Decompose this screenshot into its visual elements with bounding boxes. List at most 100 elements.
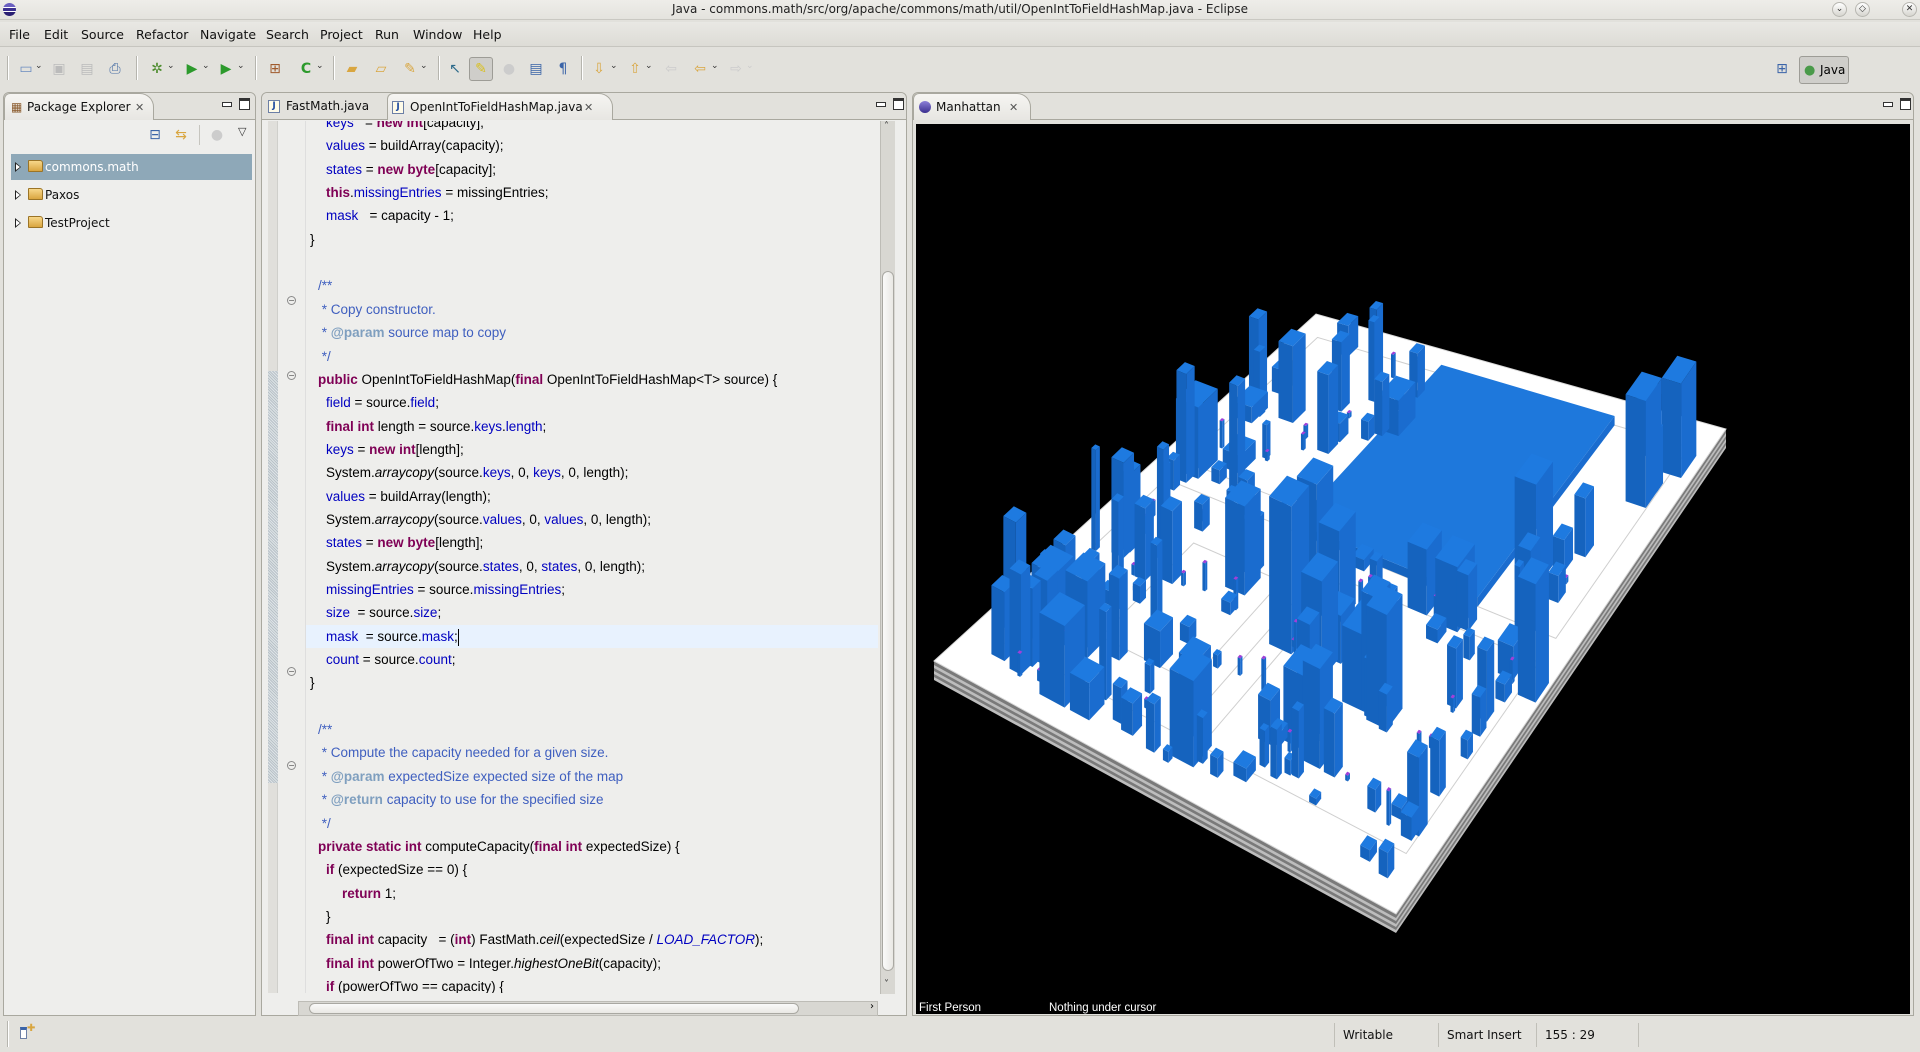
code-line[interactable]: } [306, 905, 331, 928]
chevron-down-icon[interactable]: ⌄ [35, 61, 43, 71]
previous-annotation-icon[interactable]: ⇧ [626, 60, 644, 78]
scrollbar-thumb[interactable] [309, 1003, 799, 1014]
method-pole-side[interactable] [1183, 571, 1186, 587]
code-line[interactable]: missingEntries = source.missingEntries; [306, 578, 565, 601]
code-line[interactable]: mask = source.mask; [306, 624, 878, 648]
chevron-down-icon[interactable]: ⌄ [610, 61, 618, 71]
building-class-side[interactable] [1121, 697, 1133, 736]
method-pole-side[interactable] [1300, 433, 1304, 451]
code-line[interactable]: final int capacity = (int) FastMath.ceil… [306, 928, 763, 951]
building-class-side[interactable] [1144, 662, 1151, 694]
building-class-side[interactable] [1229, 382, 1238, 496]
building-class-side[interactable] [1574, 494, 1586, 558]
pilcrow-icon[interactable]: ¶ [554, 60, 572, 78]
code-city-canvas[interactable] [916, 124, 1910, 1014]
building-class-side[interactable] [1160, 505, 1173, 585]
code-line[interactable]: * Compute the capacity needed for a give… [306, 741, 609, 764]
building-class-side[interactable] [1382, 374, 1390, 437]
building-class-side[interactable] [1278, 341, 1293, 423]
code-line[interactable]: count = source.count; [306, 648, 455, 671]
code-line[interactable]: */ [306, 812, 331, 835]
building-class-side[interactable] [1134, 503, 1146, 582]
building-class-side[interactable] [991, 585, 1005, 662]
code-line[interactable]: size = source.size; [306, 601, 441, 624]
code-line[interactable]: /** [306, 274, 332, 297]
open-type-icon[interactable]: ▰ [343, 60, 361, 78]
building-class-side[interactable] [1123, 452, 1135, 559]
building-class-side[interactable] [1378, 690, 1387, 733]
next-annotation-icon[interactable]: ⇩ [590, 60, 608, 78]
editor-vertical-scrollbar[interactable]: ˄ ˅ [880, 121, 895, 994]
external-tools-icon[interactable]: ▶ [217, 60, 235, 78]
chevron-down-icon[interactable]: ⌄ [420, 61, 428, 71]
code-line[interactable]: states = new byte[length]; [306, 531, 483, 554]
close-tab-icon[interactable]: ✕ [584, 94, 593, 121]
menu-source[interactable]: Source [81, 27, 124, 42]
building-class-side[interactable] [1119, 569, 1128, 661]
chevron-down-icon[interactable]: ⌄ [316, 61, 324, 71]
method-pole-side[interactable] [1017, 652, 1021, 677]
fast-view-icon[interactable] [20, 1027, 27, 1039]
new-java-class-icon[interactable]: C [297, 60, 315, 78]
code-line[interactable]: /** [306, 718, 332, 741]
method-pole-side[interactable] [1020, 651, 1023, 677]
building-class-side[interactable] [1460, 737, 1468, 760]
menu-navigate[interactable]: Navigate [200, 27, 256, 42]
building-class-side[interactable] [1417, 345, 1425, 398]
chevron-down-icon[interactable]: ⌄ [746, 61, 754, 71]
method-pole-side[interactable] [1219, 420, 1223, 449]
code-line[interactable]: * Copy constructor. [306, 298, 436, 321]
code-line[interactable]: mask = capacity - 1; [306, 204, 454, 227]
menu-window[interactable]: Window [413, 27, 462, 42]
collapse-all-icon[interactable]: ⊟ [146, 126, 164, 144]
menu-run[interactable]: Run [375, 27, 399, 42]
save-all-icon[interactable]: ▤ [78, 60, 96, 78]
fold-toggle-icon[interactable]: − [287, 667, 296, 676]
code-city-3d-view[interactable]: First Person Nothing under cursor [916, 124, 1910, 1014]
new-wizard-icon[interactable]: ▭ [17, 60, 35, 78]
method-pole-side[interactable] [1202, 562, 1206, 592]
expand-arrow-icon[interactable] [15, 190, 21, 200]
method-pole-side[interactable] [1390, 353, 1394, 379]
expand-arrow-icon[interactable] [15, 162, 21, 172]
building-class-side[interactable] [1328, 364, 1339, 454]
code-line[interactable]: states = new byte[capacity]; [306, 158, 496, 181]
menu-file[interactable]: File [9, 27, 30, 42]
building-class-side[interactable] [1298, 704, 1304, 779]
code-line[interactable] [306, 695, 318, 718]
building-class-side[interactable] [1548, 572, 1559, 603]
code-line[interactable]: this.missingEntries = missingEntries; [306, 181, 548, 204]
method-pole-side[interactable] [1264, 451, 1268, 462]
minimize-window-button[interactable]: ⌄ [1832, 2, 1847, 17]
fold-toggle-icon[interactable]: − [287, 761, 296, 770]
code-line[interactable]: return 1; [306, 882, 396, 905]
tab-fastmath-java[interactable]: J FastMath.java [264, 93, 384, 120]
building-class-side[interactable] [1386, 686, 1393, 733]
code-line[interactable]: values = buildArray(length); [306, 485, 491, 508]
building-class-side[interactable] [1106, 606, 1112, 701]
last-edit-icon[interactable]: ⇦ [662, 60, 680, 78]
building-class-side[interactable] [1213, 653, 1218, 669]
code-line[interactable]: System.arraycopy(source.keys, 0, keys, 0… [306, 461, 628, 484]
building-class-side[interactable] [1361, 419, 1369, 441]
chevron-down-icon[interactable]: ⌄ [167, 61, 175, 71]
menu-edit[interactable]: Edit [44, 27, 68, 42]
code-line[interactable]: if (powerOfTwo == capacity) { [306, 975, 504, 993]
code-line[interactable]: private static int computeCapacity(final… [306, 835, 680, 858]
minimize-view-button[interactable] [222, 102, 232, 107]
building-class-side[interactable] [1244, 488, 1261, 596]
tree-item-paxos[interactable]: Paxos [11, 182, 252, 208]
menu-help[interactable]: Help [473, 27, 502, 42]
open-task-icon[interactable]: ▱ [372, 60, 390, 78]
code-line[interactable]: if (expectedSize == 0) { [306, 858, 467, 881]
building-class-side[interactable] [1342, 625, 1364, 712]
open-perspective-icon[interactable]: ⊞ [1773, 60, 1791, 78]
building-class-side[interactable] [1334, 702, 1343, 778]
building-class-side[interactable] [1021, 565, 1031, 675]
code-line[interactable]: } [306, 671, 315, 694]
building-class-side[interactable] [1367, 785, 1376, 813]
building-class-side[interactable] [1292, 333, 1306, 423]
building-class-side[interactable] [1585, 486, 1594, 558]
method-pole-side[interactable] [1261, 658, 1265, 691]
method-pole-side[interactable] [1037, 669, 1040, 682]
